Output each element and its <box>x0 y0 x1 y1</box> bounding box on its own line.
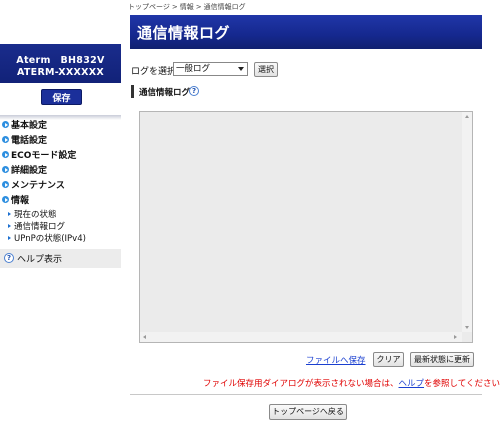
save-button[interactable]: 保存 <box>41 89 82 105</box>
menu-item-phone-settings[interactable]: 電話設定 <box>2 134 47 148</box>
notice-suffix: を参照してください。 <box>424 379 500 389</box>
scroll-right-icon[interactable] <box>454 335 457 339</box>
menu-label: メンテナンス <box>11 181 65 191</box>
menu-label: ECOモード設定 <box>11 151 77 161</box>
section-title: 通信情報ログ <box>139 88 191 98</box>
notice-prefix: ファイル保存用ダイアログが表示されない場合は、 <box>203 379 399 389</box>
log-textarea[interactable] <box>139 111 473 343</box>
submenu-item-upnp-status[interactable]: UPnPの状態(IPv4) <box>8 233 86 245</box>
menu-item-basic-settings[interactable]: 基本設定 <box>2 119 47 133</box>
submenu-item-comm-log[interactable]: 通信情報ログ <box>8 221 65 233</box>
chevron-down-icon <box>238 67 244 71</box>
menu-item-maintenance[interactable]: メンテナンス <box>2 179 65 193</box>
help-link[interactable]: ヘルプ <box>399 379 425 389</box>
select-button[interactable]: 選択 <box>254 62 278 77</box>
submenu-label: 通信情報ログ <box>14 222 66 232</box>
clear-button[interactable]: クリア <box>373 352 404 367</box>
triangle-right-icon <box>8 236 11 240</box>
menu-label: 詳細設定 <box>11 166 48 176</box>
help-icon: ? <box>4 253 14 263</box>
arrow-right-icon <box>2 121 9 128</box>
section-marker <box>131 85 134 98</box>
menu-item-info[interactable]: 情報 <box>2 194 29 208</box>
menu-label: 情報 <box>11 196 30 206</box>
submenu-label: 現在の状態 <box>14 210 57 220</box>
breadcrumb: トップページ > 情報 > 通信情報ログ <box>128 2 248 14</box>
page-title-bar: 通信情報ログ <box>130 15 482 49</box>
device-name: Aterm BH832V <box>16 55 105 66</box>
log-type-select[interactable]: 一般ログ <box>173 62 248 76</box>
triangle-right-icon <box>8 212 11 216</box>
arrow-right-icon <box>2 181 9 188</box>
log-type-value: 一般ログ <box>176 64 211 74</box>
menu-label: 基本設定 <box>11 121 48 131</box>
menu-item-eco-mode[interactable]: ECOモード設定 <box>2 149 76 163</box>
help-icon[interactable]: ? <box>189 86 199 96</box>
submenu-item-current-status[interactable]: 現在の状態 <box>8 209 57 221</box>
scroll-up-icon[interactable] <box>465 115 469 118</box>
vertical-scrollbar[interactable] <box>462 112 472 332</box>
back-to-top-button[interactable]: トップページへ戻る <box>269 404 347 420</box>
arrow-right-icon <box>2 151 9 158</box>
help-label: ヘルプ表示 <box>17 255 63 265</box>
breadcrumb-separator: > <box>171 3 178 11</box>
arrow-right-icon <box>2 136 9 143</box>
menu-label: 電話設定 <box>11 136 48 146</box>
log-select-label: ログを選択 <box>131 67 177 77</box>
file-save-link[interactable]: ファイルへ保存 <box>306 354 366 366</box>
save-notice: ファイル保存用ダイアログが表示されない場合は、ヘルプを参照してください。 <box>203 377 500 389</box>
refresh-button[interactable]: 最新状態に更新 <box>410 352 474 367</box>
breadcrumb-top-link[interactable]: トップページ <box>128 3 170 11</box>
device-id: ATERM-XXXXXX <box>16 67 105 78</box>
menu-item-advanced-settings[interactable]: 詳細設定 <box>2 164 47 178</box>
arrow-right-icon <box>2 196 9 203</box>
page-title: 通信情報ログ <box>137 24 231 42</box>
breadcrumb-info-link[interactable]: 情報 <box>180 3 194 11</box>
triangle-right-icon <box>8 224 11 228</box>
sidebar: Aterm BH832V ATERM-XXXXXX 保存 基本設定 電話設定 E… <box>0 0 121 428</box>
submenu-label: UPnPの状態(IPv4) <box>14 234 86 244</box>
arrow-right-icon <box>2 166 9 173</box>
breadcrumb-separator: > <box>195 3 202 11</box>
breadcrumb-current: 通信情報ログ <box>203 3 246 11</box>
horizontal-scrollbar[interactable] <box>140 332 462 342</box>
scroll-down-icon[interactable] <box>465 326 469 329</box>
save-area: 保存 <box>0 83 121 116</box>
help-toggle[interactable]: ? ヘルプ表示 <box>0 249 121 268</box>
divider <box>130 394 482 395</box>
scroll-left-icon[interactable] <box>143 335 146 339</box>
